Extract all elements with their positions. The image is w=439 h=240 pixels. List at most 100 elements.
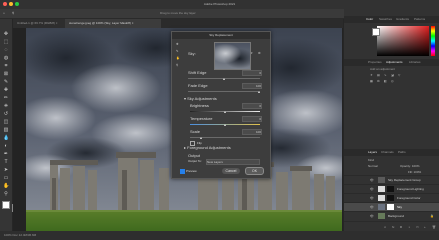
layer-name: Foreground Color [397, 196, 421, 200]
tab-color[interactable]: Color [366, 17, 373, 21]
tab-stonehenge[interactable]: stonehenge.jpeg @ 100% (Sky, Layer Mask/… [65, 19, 161, 28]
sky-preset-thumbnail[interactable] [214, 42, 251, 70]
black-white-icon[interactable]: ◧ [384, 79, 387, 83]
quick-select-tool-icon[interactable]: ◍ [3, 55, 9, 61]
zoom-icon[interactable]: ⚲ [3, 191, 9, 197]
blur-tool-icon[interactable]: 💧 [3, 135, 9, 141]
zoom-tool-icon[interactable]: ⚲ [12, 11, 14, 15]
lasso-tool-icon[interactable]: ◌ [3, 47, 9, 53]
visibility-eye-icon[interactable]: 👁 [370, 205, 374, 209]
new-fill-adjustment-icon[interactable]: ◑ [408, 225, 410, 229]
curves-icon[interactable]: ∿ [384, 73, 387, 77]
exposure-icon[interactable]: ◪ [391, 73, 394, 77]
ok-button[interactable]: OK [245, 167, 264, 175]
tab-paths[interactable]: Paths [398, 150, 406, 154]
frame-tool-icon[interactable]: ⊠ [3, 71, 9, 77]
vibrance-icon[interactable]: ▽ [398, 73, 400, 77]
chevron-down-icon[interactable]: ▾ [251, 51, 253, 55]
scale-slider-knob[interactable] [200, 137, 202, 139]
hue-saturation-icon[interactable]: ▦ [370, 79, 373, 83]
rectangle-tool-icon[interactable]: ▭ [3, 175, 9, 181]
gear-icon[interactable]: ⚙ [258, 51, 261, 55]
cancel-button[interactable]: Cancel [222, 168, 240, 174]
hand-tool-icon[interactable]: ✋ [176, 56, 180, 60]
tab-swatches[interactable]: Swatches [379, 17, 392, 21]
tab-libraries[interactable]: Libraries [409, 60, 421, 64]
blend-mode-select[interactable]: Normal [368, 164, 378, 168]
shift-edge-field[interactable]: 0 [242, 70, 262, 76]
tab-properties[interactable]: Properties [368, 60, 382, 64]
temperature-slider-knob[interactable] [224, 124, 226, 126]
layer-row[interactable]: 👁 Background 🔒 [344, 211, 439, 221]
layers-footer: ∞ fx ◘ ◑ ▭ + 🗑 [344, 221, 439, 232]
gradient-tool-icon[interactable]: ▥ [3, 127, 9, 133]
type-tool-icon[interactable]: T [3, 159, 9, 165]
fill-field[interactable]: Fill: 100% [408, 170, 421, 174]
hue-slider[interactable] [431, 26, 435, 56]
clone-stamp-tool-icon[interactable]: ⎈ [3, 103, 9, 109]
brightness-icon[interactable]: ☀ [370, 73, 373, 77]
photo-filter-icon[interactable]: ◎ [391, 79, 394, 83]
tab-gradients[interactable]: Gradients [396, 17, 409, 21]
brightness-label: Brightness [190, 103, 209, 108]
tab-patterns[interactable]: Patterns [414, 17, 425, 21]
visibility-eye-icon[interactable]: 👁 [370, 214, 374, 218]
color-balance-icon[interactable]: ⚖ [377, 79, 380, 83]
color-picker-field[interactable] [377, 26, 429, 56]
home-icon[interactable]: ⌂ [3, 11, 5, 15]
new-layer-icon[interactable]: + [424, 225, 426, 229]
app-title: Adobe Photoshop 2021 [203, 2, 236, 6]
tab-layers[interactable]: Layers [368, 150, 377, 154]
fade-edge-field[interactable]: 100 [242, 83, 262, 89]
levels-icon[interactable]: ▤ [377, 73, 380, 77]
hand-tool-icon[interactable]: ✋ [3, 183, 9, 189]
output-to-select[interactable]: New Layers [206, 159, 260, 165]
healing-brush-tool-icon[interactable]: ✚ [3, 87, 9, 93]
fade-edge-slider-knob[interactable] [258, 91, 260, 93]
fade-edge-slider[interactable] [188, 91, 260, 92]
adjustments-subtitle: Add an adjustment [370, 67, 396, 71]
scale-field[interactable]: 100 [242, 129, 262, 135]
move-tool-icon[interactable]: ✥ [3, 31, 9, 37]
output-to-value: New Layers [207, 160, 223, 164]
path-select-tool-icon[interactable]: ➤ [3, 167, 9, 173]
add-mask-icon[interactable]: ◘ [400, 225, 402, 229]
foreground-color-swatch[interactable] [2, 201, 10, 209]
layers-panel-header: Layers Channels Paths [344, 149, 439, 156]
link-layers-icon[interactable]: ∞ [384, 225, 386, 229]
foreground-adjustments-toggle[interactable]: ▸ Foreground Adjustments [184, 145, 231, 150]
brightness-field[interactable]: 0 [242, 103, 262, 109]
sky-brush-icon[interactable]: ✎ [176, 49, 179, 53]
eyedropper-tool-icon[interactable]: ✎ [3, 79, 9, 85]
opacity-field[interactable]: Opacity: 100% [400, 164, 420, 168]
crop-tool-icon[interactable]: ⌗ [3, 63, 9, 69]
fx-icon[interactable]: fx [392, 225, 394, 229]
history-brush-tool-icon[interactable]: ↺ [3, 111, 9, 117]
tab-channels[interactable]: Channels [381, 150, 394, 154]
brightness-slider-knob[interactable] [224, 111, 226, 113]
shift-edge-slider-knob[interactable] [223, 78, 225, 80]
visibility-eye-icon[interactable]: 👁 [370, 187, 374, 191]
status-bar: 100% Doc 12.4M/36.6M [0, 231, 439, 240]
marquee-tool-icon[interactable]: ⬚ [3, 39, 9, 45]
layer-filter-kind[interactable]: Kind [368, 158, 374, 162]
preview-checkbox[interactable] [180, 169, 185, 174]
delete-layer-icon[interactable]: 🗑 [432, 225, 436, 229]
pen-tool-icon[interactable]: ✒ [3, 151, 9, 157]
panel-foreground-swatch[interactable] [372, 28, 380, 36]
zoom-status: 100% Doc 12.4M/36.6M [4, 233, 37, 237]
temperature-field[interactable]: 0 [242, 116, 262, 122]
brush-tool-icon[interactable]: ✏ [3, 95, 9, 101]
color-panel-header: Color Swatches Gradients Patterns [344, 16, 439, 23]
eraser-tool-icon[interactable]: ◫ [3, 119, 9, 125]
new-group-icon[interactable]: ▭ [416, 225, 419, 229]
zoom-tool-icon[interactable]: ⚲ [176, 63, 178, 67]
sky-adjustments-toggle[interactable]: ▾ Sky Adjustments [184, 96, 217, 101]
adjustments-panel-header: Properties Adjustments Libraries [344, 59, 439, 66]
visibility-eye-icon[interactable]: 👁 [370, 196, 374, 200]
tab-untitled[interactable]: Untitled-1 @ 66.7% (RGB/8) × [13, 19, 65, 28]
move-tool-icon[interactable]: ✥ [176, 42, 179, 46]
tab-adjustments[interactable]: Adjustments [386, 60, 403, 64]
visibility-eye-icon[interactable]: 👁 [370, 178, 374, 182]
dodge-tool-icon[interactable]: ◐ [3, 143, 9, 149]
